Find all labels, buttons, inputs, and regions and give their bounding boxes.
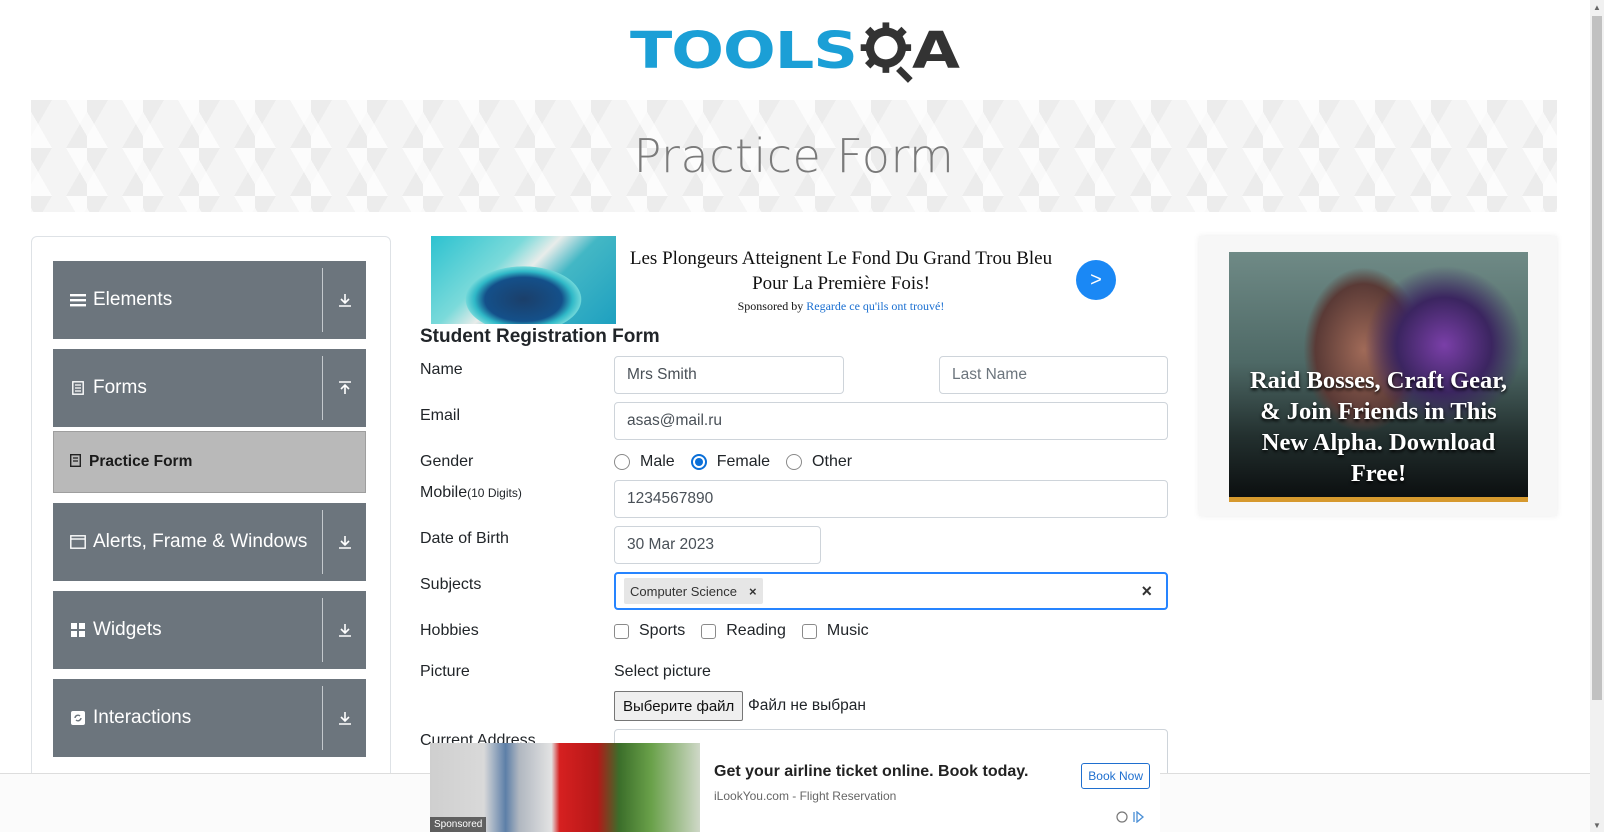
sidebar-item-practice-form[interactable]: Practice Form [53,431,366,493]
bottom-ad[interactable]: Sponsored Get your airline ticket online… [430,743,1160,832]
scrollbar-thumb[interactable] [1592,16,1602,700]
download-icon[interactable] [323,534,366,550]
radio-label[interactable]: Male [640,453,675,471]
page-title: Practice Form [633,129,955,183]
mobile-input[interactable]: 1234567890 [614,480,1168,518]
radio-other[interactable] [786,454,803,470]
adchoices-icon[interactable] [1116,810,1146,826]
side-ad-text[interactable]: Raid Bosses, Craft Gear, & Join Friends … [1229,365,1528,489]
dob-input[interactable]: 30 Mar 2023 [614,526,821,564]
picture-label: Picture [420,663,470,680]
top-ad[interactable]: Les Plongeurs Atteignent Le Fond Du Gran… [431,236,1146,324]
sidebar-group-label: Alerts, Frame & Windows [93,531,308,552]
gender-option-female[interactable]: Female [690,453,770,471]
gender-option-other[interactable]: Other [786,453,852,471]
gender-option-male[interactable]: Male [614,453,675,471]
grid-icon [69,621,87,639]
file-status: Файл не выбран [748,697,866,714]
menu-icon [69,291,87,309]
page-scrollbar[interactable]: ▲ ▼ [1590,0,1604,832]
form-title: Student Registration Form [420,326,660,347]
sponsored-tag: Sponsored [430,817,487,832]
sidebar-group-interactions[interactable]: Interactions [53,679,366,757]
ad-next-button[interactable]: > [1076,260,1116,300]
document-icon [69,379,87,397]
hobby-option-sports[interactable]: Sports [614,622,685,640]
dob-label: Date of Birth [420,530,509,547]
form-icon [69,453,82,470]
name-label: Name [420,361,463,378]
toolsqa-logo[interactable]: TOOLS A [630,10,960,92]
email-label: Email [420,407,461,424]
download-icon[interactable] [323,710,366,726]
side-ad-image[interactable]: Raid Bosses, Craft Gear, & Join Friends … [1229,252,1528,502]
checkbox-label[interactable]: Reading [726,622,786,640]
sidebar: Elements Forms Practice Form Alerts, Fra… [31,236,391,796]
checkbox-label[interactable]: Sports [639,622,685,640]
gender-label: Gender [420,453,474,470]
page-banner: Practice Form [31,100,1557,212]
scroll-up-icon[interactable]: ▲ [1590,0,1604,14]
sidebar-group-label: Widgets [93,619,162,640]
subject-chip: Computer Science × [624,578,763,604]
side-ad[interactable]: Raid Bosses, Craft Gear, & Join Friends … [1199,236,1557,516]
logo-text-end: A [912,20,960,81]
sidebar-group-widgets[interactable]: Widgets [53,591,366,669]
ad-sponsored-prefix: Sponsored by [737,299,804,313]
hobbies-checkbox-group: Sports Reading Music [614,622,885,640]
mobile-label-text: Mobile [420,484,468,501]
subjects-input[interactable]: Computer Science × × [614,572,1168,610]
radio-female[interactable] [690,454,707,470]
select-picture-label: Select picture [614,663,711,680]
close-icon[interactable]: × [743,584,763,599]
ad-title[interactable]: Les Plongeurs Atteignent Le Fond Du Gran… [616,246,1066,296]
email-input[interactable]: asas@mail.ru [614,402,1168,440]
sidebar-group-elements[interactable]: Elements [53,261,366,339]
mobile-label: Mobile(10 Digits) [420,484,522,502]
scroll-down-icon[interactable]: ▼ [1590,818,1604,832]
gear-magnifier-icon [860,22,913,83]
radio-label[interactable]: Other [812,453,852,471]
radio-label[interactable]: Female [717,453,770,471]
download-icon[interactable] [323,622,366,638]
subjects-label: Subjects [420,576,482,593]
ad-text: Les Plongeurs Atteignent Le Fond Du Gran… [616,246,1066,314]
bottom-ad-image[interactable]: Sponsored [430,743,700,832]
choose-file-button[interactable]: Выберите файл [614,691,744,721]
logo-text: TOOLS [630,20,858,81]
download-icon[interactable] [323,292,366,308]
gender-radio-group: Male Female Other [614,453,868,471]
last-name-input[interactable]: Last Name [939,356,1168,394]
ad-sponsor-line: Sponsored by Regarde ce qu'ils ont trouv… [616,299,1066,314]
refresh-icon [69,709,87,727]
radio-male[interactable] [614,454,630,470]
ad-sponsor-link[interactable]: Regarde ce qu'ils ont trouvé! [806,299,944,313]
hobby-option-reading[interactable]: Reading [701,622,786,640]
window-icon [69,533,87,551]
bottom-ad-subtitle: iLookYou.com - Flight Reservation [714,789,897,803]
sidebar-group-alerts[interactable]: Alerts, Frame & Windows [53,503,366,581]
checkbox-music[interactable] [801,623,817,639]
sidebar-item-label: Practice Form [89,453,193,470]
sidebar-group-label: Forms [93,377,147,398]
subject-chip-label: Computer Science [630,583,737,599]
checkbox-sports[interactable] [614,623,629,639]
hobby-option-music[interactable]: Music [801,622,869,640]
hobbies-label: Hobbies [420,622,479,639]
ad-image[interactable] [431,236,616,324]
sidebar-group-forms[interactable]: Forms [53,349,366,427]
first-name-input[interactable]: Mrs Smith [614,356,844,394]
mobile-hint: (10 Digits) [467,486,522,500]
upload-icon[interactable] [323,380,366,396]
bottom-ad-body: Get your airline ticket online. Book tod… [700,743,1160,832]
sidebar-group-label: Interactions [93,707,192,728]
clear-icon[interactable]: × [1141,581,1152,602]
book-now-button[interactable]: Book Now [1081,763,1150,789]
sidebar-group-label: Elements [93,289,173,310]
checkbox-label[interactable]: Music [827,622,869,640]
checkbox-reading[interactable] [701,623,717,639]
